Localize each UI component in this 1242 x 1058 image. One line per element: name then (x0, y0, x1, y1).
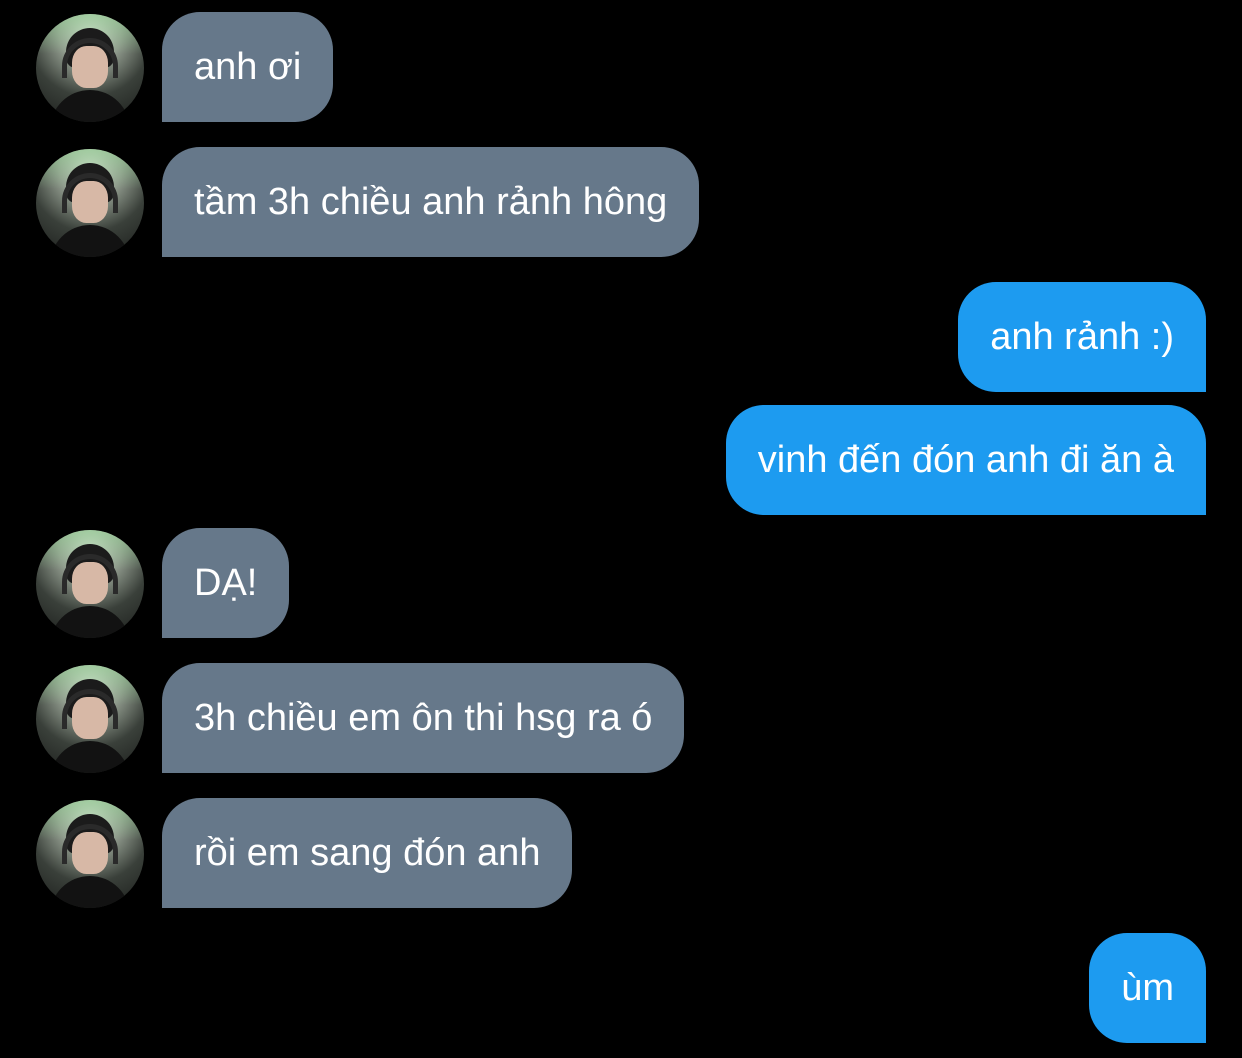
message-bubble[interactable]: ùm (1089, 933, 1206, 1043)
message-bubble[interactable]: rồi em sang đón anh (162, 798, 573, 908)
message-bubble[interactable]: anh rảnh :) (958, 282, 1206, 392)
message-outgoing: anh rảnh :) (0, 282, 1242, 392)
message-outgoing: ùm (0, 933, 1242, 1043)
message-bubble[interactable]: anh ơi (162, 12, 334, 122)
avatar[interactable] (36, 149, 144, 257)
avatar[interactable] (36, 530, 144, 638)
message-bubble[interactable]: DẠ! (162, 528, 290, 638)
message-outgoing: vinh đến đón anh đi ăn à (0, 405, 1242, 515)
avatar[interactable] (36, 800, 144, 908)
message-incoming: anh ơi (0, 12, 1242, 122)
message-bubble[interactable]: 3h chiều em ôn thi hsg ra ó (162, 663, 685, 773)
message-incoming: rồi em sang đón anh (0, 798, 1242, 908)
message-bubble[interactable]: tầm 3h chiều anh rảnh hông (162, 147, 700, 257)
message-incoming: DẠ! (0, 528, 1242, 638)
avatar[interactable] (36, 665, 144, 773)
avatar[interactable] (36, 14, 144, 122)
message-bubble[interactable]: vinh đến đón anh đi ăn à (725, 405, 1206, 515)
message-incoming: 3h chiều em ôn thi hsg ra ó (0, 663, 1242, 773)
message-incoming: tầm 3h chiều anh rảnh hông (0, 147, 1242, 257)
